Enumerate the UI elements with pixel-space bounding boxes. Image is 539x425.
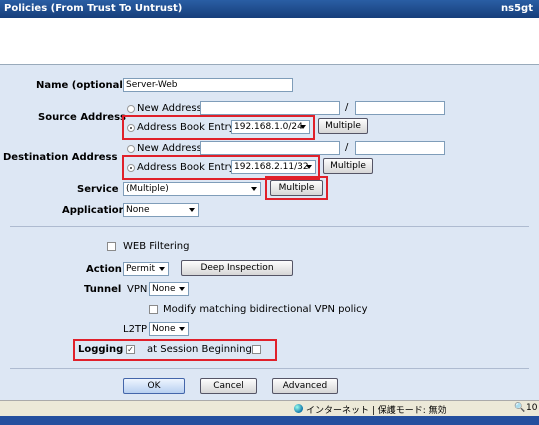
chevron-down-icon — [179, 287, 185, 291]
source-mask-input[interactable] — [355, 101, 445, 115]
source-book-radio[interactable] — [127, 124, 135, 132]
source-new-address-radio[interactable] — [127, 105, 135, 113]
dest-book-label: Address Book Entry — [137, 162, 235, 173]
application-value: None — [126, 205, 150, 215]
dest-address-select[interactable]: 192.168.2.11/32 — [231, 160, 316, 174]
session-begin-checkbox[interactable] — [252, 345, 261, 354]
status-bar: インターネット | 保護モード: 無効 🔍 10 — [0, 400, 539, 417]
divider — [10, 226, 529, 227]
cancel-button[interactable]: Cancel — [200, 378, 257, 394]
dest-multiple-button[interactable]: Multiple — [323, 158, 373, 174]
source-new-address-input[interactable] — [200, 101, 340, 115]
advanced-button[interactable]: Advanced — [272, 378, 338, 394]
logging-checkbox[interactable]: ✓ — [126, 345, 135, 354]
ok-button[interactable]: OK — [123, 378, 185, 394]
destination-address-label: Destination Address — [3, 152, 118, 163]
source-address-label: Source Address — [38, 112, 126, 123]
web-filtering-label: WEB Filtering — [123, 241, 190, 252]
deep-inspection-button[interactable]: Deep Inspection — [181, 260, 293, 276]
slash: / — [345, 102, 349, 113]
zoom-icon[interactable]: 🔍 — [514, 403, 525, 413]
modify-vpn-checkbox[interactable] — [149, 305, 158, 314]
globe-icon — [294, 404, 303, 415]
chevron-down-icon — [300, 125, 306, 129]
name-label: Name (optional) — [36, 80, 128, 91]
l2tp-value: None — [152, 324, 176, 334]
session-begin-label: at Session Beginning — [147, 344, 252, 355]
dest-new-address-input[interactable] — [200, 141, 340, 155]
window-titlebar: Policies (From Trust To Untrust) ns5gt — [0, 0, 539, 18]
service-multiple-button[interactable]: Multiple — [270, 180, 323, 196]
source-address-select[interactable]: 192.168.1.0/24 — [231, 120, 310, 134]
dest-address-value: 192.168.2.11/32 — [234, 162, 309, 172]
window-title: Policies (From Trust To Untrust) — [4, 3, 183, 14]
dest-new-address-radio[interactable] — [127, 145, 135, 153]
application-select[interactable]: None — [123, 203, 199, 217]
top-blank-area — [0, 18, 539, 64]
dest-mask-input[interactable] — [355, 141, 445, 155]
l2tp-label: L2TP — [123, 324, 148, 335]
chevron-down-icon — [159, 267, 165, 271]
dest-new-address-label: New Address — [137, 143, 202, 154]
device-name: ns5gt — [501, 3, 533, 14]
source-address-value: 192.168.1.0/24 — [234, 122, 303, 132]
vpn-label: VPN — [127, 284, 148, 295]
chevron-down-icon — [179, 327, 185, 331]
service-value: (Multiple) — [126, 184, 169, 194]
vpn-value: None — [152, 284, 176, 294]
name-input[interactable]: Server-Web — [123, 78, 293, 92]
zoom-level[interactable]: 10 — [526, 403, 537, 413]
source-multiple-button[interactable]: Multiple — [318, 118, 368, 134]
web-filtering-checkbox[interactable] — [107, 242, 116, 251]
dest-book-radio[interactable] — [127, 164, 135, 172]
divider — [10, 368, 529, 369]
chevron-down-icon — [251, 187, 257, 191]
chevron-down-icon — [189, 208, 195, 212]
slash: / — [345, 142, 349, 153]
action-select[interactable]: Permit — [123, 262, 169, 276]
action-value: Permit — [126, 264, 155, 274]
service-select[interactable]: (Multiple) — [123, 182, 261, 196]
modify-vpn-label: Modify matching bidirectional VPN policy — [163, 304, 368, 315]
l2tp-select[interactable]: None — [149, 322, 189, 336]
policy-form: Name (optional) Server-Web Source Addres… — [0, 65, 539, 400]
source-book-label: Address Book Entry — [137, 122, 235, 133]
tunnel-label: Tunnel — [84, 284, 122, 295]
security-zone-text: インターネット | 保護モード: 無効 — [306, 406, 447, 416]
vpn-select[interactable]: None — [149, 282, 189, 296]
service-label: Service — [77, 184, 119, 195]
taskbar — [0, 416, 539, 425]
source-new-address-label: New Address — [137, 103, 202, 114]
action-label: Action — [86, 264, 122, 275]
logging-label: Logging — [78, 344, 124, 355]
application-label: Application — [62, 205, 126, 216]
chevron-down-icon — [306, 165, 312, 169]
